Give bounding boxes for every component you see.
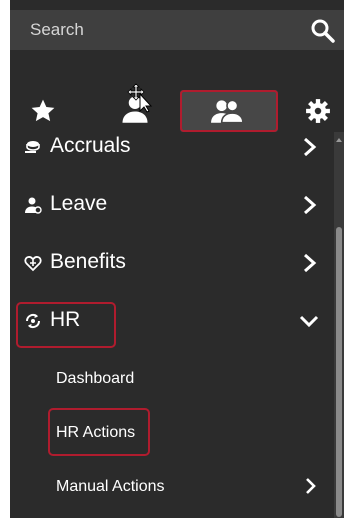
- submenu-item-label: HR Actions: [56, 424, 136, 441]
- chevron-right-icon: [304, 137, 317, 157]
- menu-item-label: Accruals: [50, 134, 131, 157]
- submenu-item-dashboard[interactable]: Dashboard: [10, 354, 334, 404]
- submenu-item-label: Dashboard: [56, 370, 135, 387]
- navigation-panel: Search Accruals Leave Benefits HR Dashbo…: [10, 0, 344, 518]
- move-cursor-icon: [127, 83, 153, 113]
- menu-item-benefits[interactable]: Benefits: [10, 234, 334, 292]
- scroll-up-arrow-icon[interactable]: [335, 136, 343, 144]
- menu-item-accruals[interactable]: Accruals: [10, 118, 334, 176]
- search-input[interactable]: Search: [30, 10, 84, 50]
- person-away-icon: [25, 197, 42, 214]
- menu-item-label: Benefits: [50, 250, 126, 273]
- heart-icon: [24, 256, 42, 272]
- menu-item-hr[interactable]: HR: [10, 292, 334, 350]
- menu-item-label: Leave: [50, 192, 108, 215]
- submenu-item-manual-actions[interactable]: Manual Actions: [10, 462, 334, 512]
- submenu-item-label: Manual Actions: [56, 478, 165, 495]
- scrollbar[interactable]: [334, 132, 344, 518]
- hr-cycle-icon: [25, 313, 41, 329]
- menu-item-label: HR: [50, 308, 81, 331]
- menu-item-leave[interactable]: Leave: [10, 176, 334, 234]
- submenu-item-hr-actions[interactable]: HR Actions: [10, 408, 334, 458]
- coins-icon: [25, 141, 40, 153]
- chevron-right-icon: [304, 195, 317, 215]
- search-icon[interactable]: [310, 18, 336, 44]
- chevron-right-icon: [306, 478, 316, 494]
- chevron-down-icon: [299, 315, 319, 328]
- scroll-thumb[interactable]: [336, 227, 342, 517]
- chevron-right-icon: [304, 253, 317, 273]
- menu-list: Accruals Leave Benefits HR Dashboard HR …: [10, 118, 334, 518]
- search-bar[interactable]: Search: [10, 10, 344, 50]
